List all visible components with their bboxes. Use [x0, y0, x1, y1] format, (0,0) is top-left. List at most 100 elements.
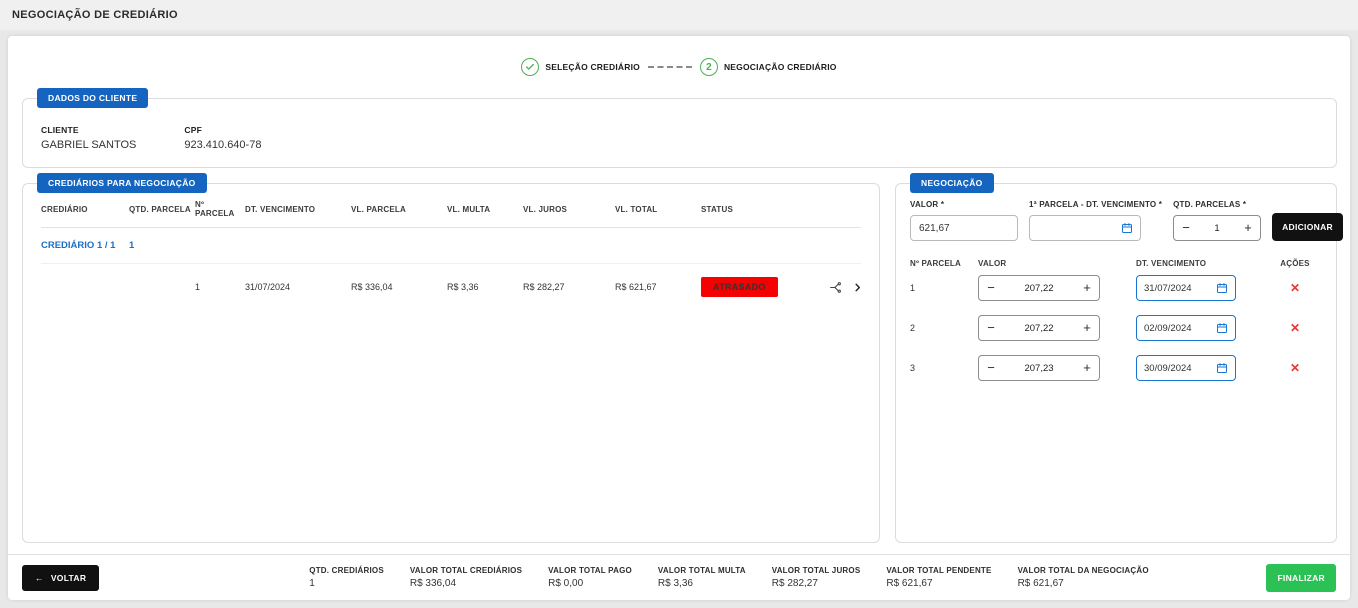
client-name-value: GABRIEL SANTOS — [41, 139, 136, 151]
footer-bar: ← VOLTAR QTD. CREDIÁRIOS 1 VALOR TOTAL C… — [8, 554, 1350, 600]
parcel-value-stepper: − 207,22 + — [978, 275, 1100, 301]
parcel-value: R$ 336,04 — [351, 282, 447, 292]
increment-button[interactable]: + — [1075, 356, 1099, 380]
delete-parcel-button[interactable]: ✕ — [1290, 361, 1300, 375]
summary-label: VALOR TOTAL PENDENTE — [886, 566, 991, 575]
chevron-right-icon — [852, 282, 863, 293]
calendar-icon — [1216, 322, 1228, 334]
decrement-button[interactable]: − — [979, 356, 1003, 380]
decrement-button[interactable]: − — [979, 316, 1003, 340]
delete-parcel-button[interactable]: ✕ — [1290, 321, 1300, 335]
parcel-due-date-value: 30/09/2024 — [1144, 363, 1192, 374]
plus-icon: + — [1083, 360, 1091, 375]
column-header: VALOR — [978, 259, 1136, 268]
client-cpf-field: CPF 923.410.640-78 — [184, 125, 261, 151]
parcel-due-date-input[interactable]: 31/07/2024 — [1136, 275, 1236, 301]
increment-button[interactable]: + — [1236, 216, 1260, 240]
summary-label: QTD. CREDIÁRIOS — [309, 566, 384, 575]
parcel-row-actions — [813, 281, 863, 294]
minus-icon: − — [1182, 220, 1190, 235]
split-icon — [829, 281, 842, 294]
split-parcel-button[interactable] — [829, 281, 842, 294]
delete-parcel-button[interactable]: ✕ — [1290, 281, 1300, 295]
step-number-circle: 2 — [700, 58, 718, 76]
voltar-button[interactable]: ← VOLTAR — [22, 565, 99, 591]
arrow-left-icon: ← — [35, 573, 44, 583]
parcel-value-stepper: − 207,23 + — [978, 355, 1100, 381]
column-header: VL. PARCELA — [351, 205, 447, 214]
delete-icon: ✕ — [1290, 281, 1300, 295]
calendar-icon — [1216, 282, 1228, 294]
negotiation-parcel-row: 2 − 207,22 + 02/09/2024 ✕ — [896, 308, 1336, 348]
status-badge: ATRASADO — [701, 277, 778, 297]
qtd-parcelas-group: QTD. PARCELAS * − 1 + — [1173, 200, 1261, 241]
summary-value: R$ 282,27 — [772, 578, 861, 589]
plus-icon: + — [1083, 280, 1091, 295]
decrement-button[interactable]: − — [1174, 216, 1198, 240]
negociacao-panel: NEGOCIAÇÃO VALOR * 1ª PARCELA - DT. VENC… — [895, 183, 1337, 543]
step-connector — [648, 66, 692, 68]
check-icon — [525, 62, 535, 72]
summary-valor-total-pendente: VALOR TOTAL PENDENTE R$ 621,67 — [886, 566, 991, 589]
parcel-value: 207,22 — [1024, 283, 1053, 294]
step-negociacao-crediario: 2 NEGOCIAÇÃO CREDIÁRIO — [700, 58, 837, 76]
increment-button[interactable]: + — [1075, 316, 1099, 340]
summary-label: VALOR TOTAL PAGO — [548, 566, 632, 575]
summary-label: VALOR TOTAL MULTA — [658, 566, 746, 575]
summary-valor-total-negociacao: VALOR TOTAL DA NEGOCIAÇÃO R$ 621,67 — [1018, 566, 1149, 589]
column-header: AÇÕES — [1266, 259, 1324, 268]
minus-icon: − — [987, 280, 995, 295]
adicionar-button[interactable]: ADICIONAR — [1272, 213, 1343, 241]
parcel-due-date-input[interactable]: 02/09/2024 — [1136, 315, 1236, 341]
crediario-parcel-row: 1 31/07/2024 R$ 336,04 R$ 3,36 R$ 282,27… — [41, 264, 861, 310]
parcel-value: 207,22 — [1024, 323, 1053, 334]
summary-valor-total-pago: VALOR TOTAL PAGO R$ 0,00 — [548, 566, 632, 589]
crediario-group-link[interactable]: CREDIÁRIO 1 / 1 — [41, 240, 129, 251]
plus-icon: + — [1244, 220, 1252, 235]
client-cpf-label: CPF — [184, 125, 261, 135]
summary-value: R$ 621,67 — [886, 578, 991, 589]
top-bar: NEGOCIAÇÃO DE CREDIÁRIO — [0, 0, 1358, 30]
valor-input[interactable] — [910, 215, 1018, 241]
plus-icon: + — [1083, 320, 1091, 335]
summary-value: R$ 3,36 — [658, 578, 746, 589]
primeira-parcela-label: 1ª PARCELA - DT. VENCIMENTO * — [1029, 200, 1162, 209]
qtd-parcelas-value: 1 — [1214, 223, 1219, 234]
parcel-number: 1 — [910, 283, 978, 293]
negociacao-panel-badge: NEGOCIAÇÃO — [910, 173, 994, 193]
parcel-due-date-input[interactable]: 30/09/2024 — [1136, 355, 1236, 381]
crediarios-table: CREDIÁRIO QTD. PARCELA Nº PARCELA DT. VE… — [23, 184, 879, 310]
stepper: SELEÇÃO CREDIÁRIO 2 NEGOCIAÇÃO CREDIÁRIO — [8, 36, 1350, 76]
calendar-icon — [1121, 222, 1133, 234]
column-header: DT. VENCIMENTO — [245, 205, 351, 214]
expand-parcel-button[interactable] — [852, 282, 863, 293]
step-selecao-crediario: SELEÇÃO CREDIÁRIO — [521, 58, 640, 76]
column-header: VL. JUROS — [523, 205, 615, 214]
decrement-button[interactable]: − — [979, 276, 1003, 300]
summary-label: VALOR TOTAL CREDIÁRIOS — [410, 566, 522, 575]
valor-group: VALOR * — [910, 200, 1018, 241]
summary-qtd-crediarios: QTD. CREDIÁRIOS 1 — [309, 566, 384, 589]
column-header: STATUS — [701, 205, 813, 214]
valor-label: VALOR * — [910, 200, 1018, 209]
summary-valor-total-crediarios: VALOR TOTAL CREDIÁRIOS R$ 336,04 — [410, 566, 522, 589]
client-cpf-value: 923.410.640-78 — [184, 139, 261, 151]
client-fields: CLIENTE GABRIEL SANTOS CPF 923.410.640-7… — [23, 99, 1336, 151]
column-header: QTD. PARCELA — [129, 205, 195, 214]
parcel-due-date-value: 31/07/2024 — [1144, 283, 1192, 294]
column-header: DT. VENCIMENTO — [1136, 259, 1266, 268]
increment-button[interactable]: + — [1075, 276, 1099, 300]
qtd-parcelas-stepper: − 1 + — [1173, 215, 1261, 241]
negotiation-parcel-row: 3 − 207,23 + 30/09/2024 ✕ — [896, 348, 1336, 388]
crediario-group-row[interactable]: CREDIÁRIO 1 / 1 1 — [41, 228, 861, 264]
summary-valor-total-juros: VALOR TOTAL JUROS R$ 282,27 — [772, 566, 861, 589]
finalizar-button[interactable]: FINALIZAR — [1266, 564, 1336, 592]
column-header: Nº PARCELA — [910, 259, 978, 268]
step-label: SELEÇÃO CREDIÁRIO — [545, 62, 640, 72]
summary-value: R$ 336,04 — [410, 578, 522, 589]
summary-value: 1 — [309, 578, 384, 589]
primeira-parcela-date-input[interactable] — [1029, 215, 1141, 241]
summary-valor-total-multa: VALOR TOTAL MULTA R$ 3,36 — [658, 566, 746, 589]
minus-icon: − — [987, 320, 995, 335]
parcel-number: 1 — [195, 282, 245, 292]
